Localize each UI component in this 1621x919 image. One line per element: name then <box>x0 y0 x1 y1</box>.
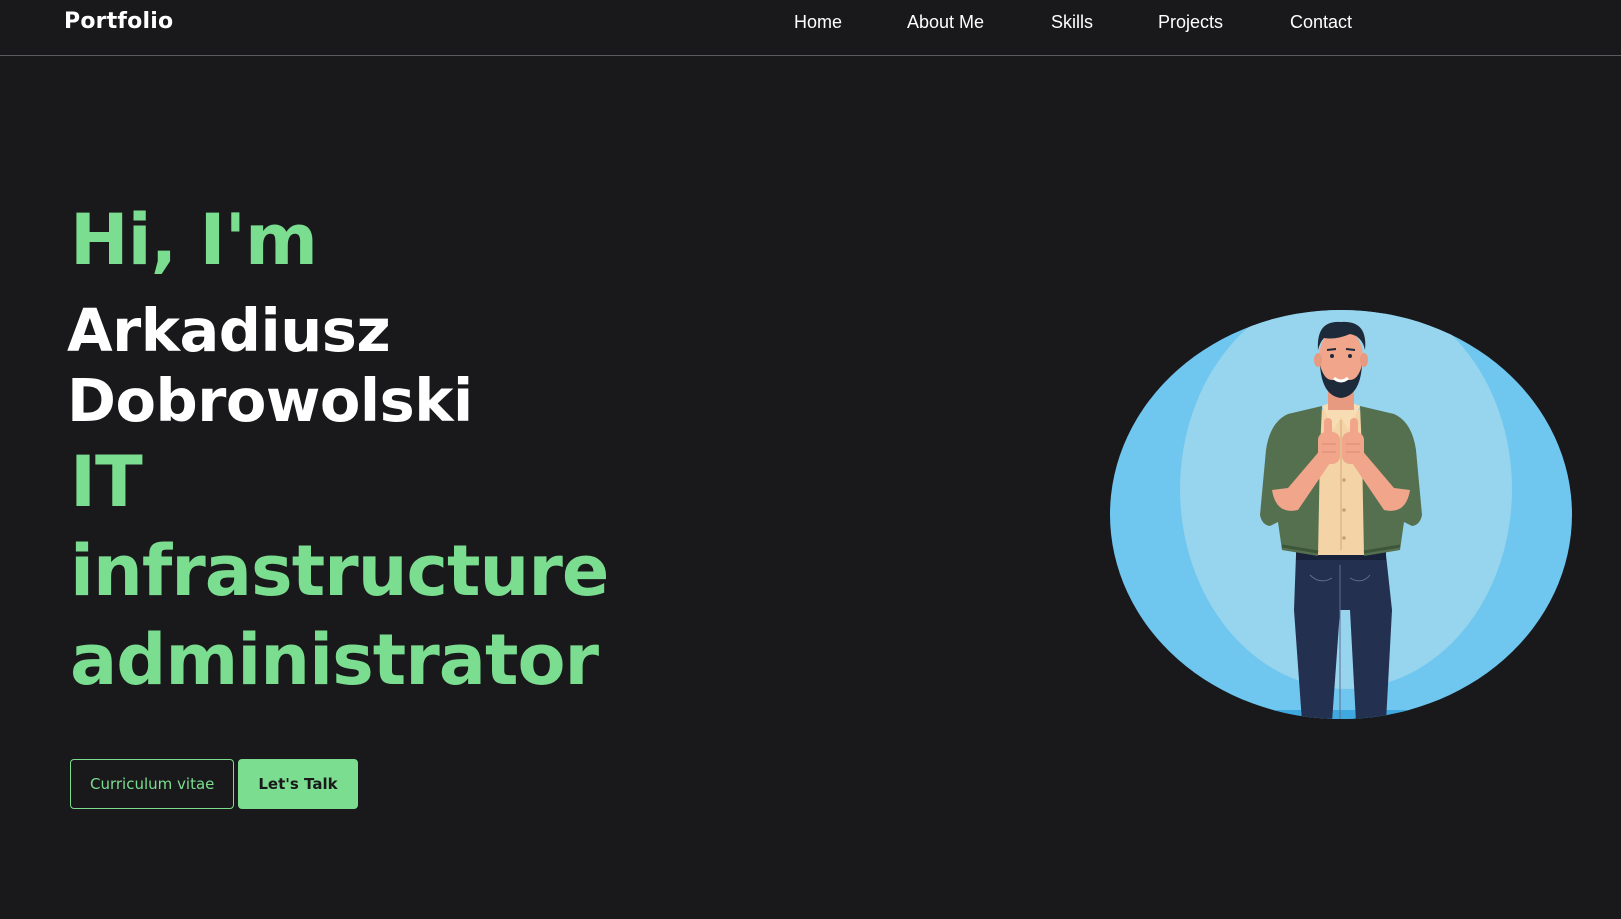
hero-buttons: Curriculum vitae Let's Talk <box>70 759 358 809</box>
navbar: Portfolio Home About Me Skills Projects … <box>0 0 1621 56</box>
hero-name-last: Dobrowolski <box>67 366 473 435</box>
hero-name: Arkadiusz Dobrowolski <box>67 296 608 436</box>
hero-role-line: infrastructure <box>70 530 609 612</box>
hero-avatar <box>1110 310 1572 719</box>
hero-text: Hi, I'm Arkadiusz Dobrowolski IT infrast… <box>67 198 609 705</box>
curriculum-vitae-button[interactable]: Curriculum vitae <box>70 759 235 809</box>
nav-links: Home About Me Skills Projects Contact <box>0 0 1621 46</box>
hero-greeting: Hi, I'm <box>70 199 318 281</box>
hero-role: IT infrastructure administrator <box>70 438 609 705</box>
hero-role-line: IT <box>70 441 143 523</box>
hero-name-first: Arkadiusz <box>67 296 391 365</box>
nav-link-contact[interactable]: Contact <box>1290 12 1352 33</box>
lets-talk-button[interactable]: Let's Talk <box>238 759 358 809</box>
hero-role-line: administrator <box>70 619 599 701</box>
nav-link-about-me[interactable]: About Me <box>907 12 984 33</box>
nav-link-projects[interactable]: Projects <box>1158 12 1223 33</box>
nav-link-skills[interactable]: Skills <box>1051 12 1093 33</box>
avatar-illustration-icon <box>1110 310 1572 719</box>
nav-link-home[interactable]: Home <box>794 12 842 33</box>
